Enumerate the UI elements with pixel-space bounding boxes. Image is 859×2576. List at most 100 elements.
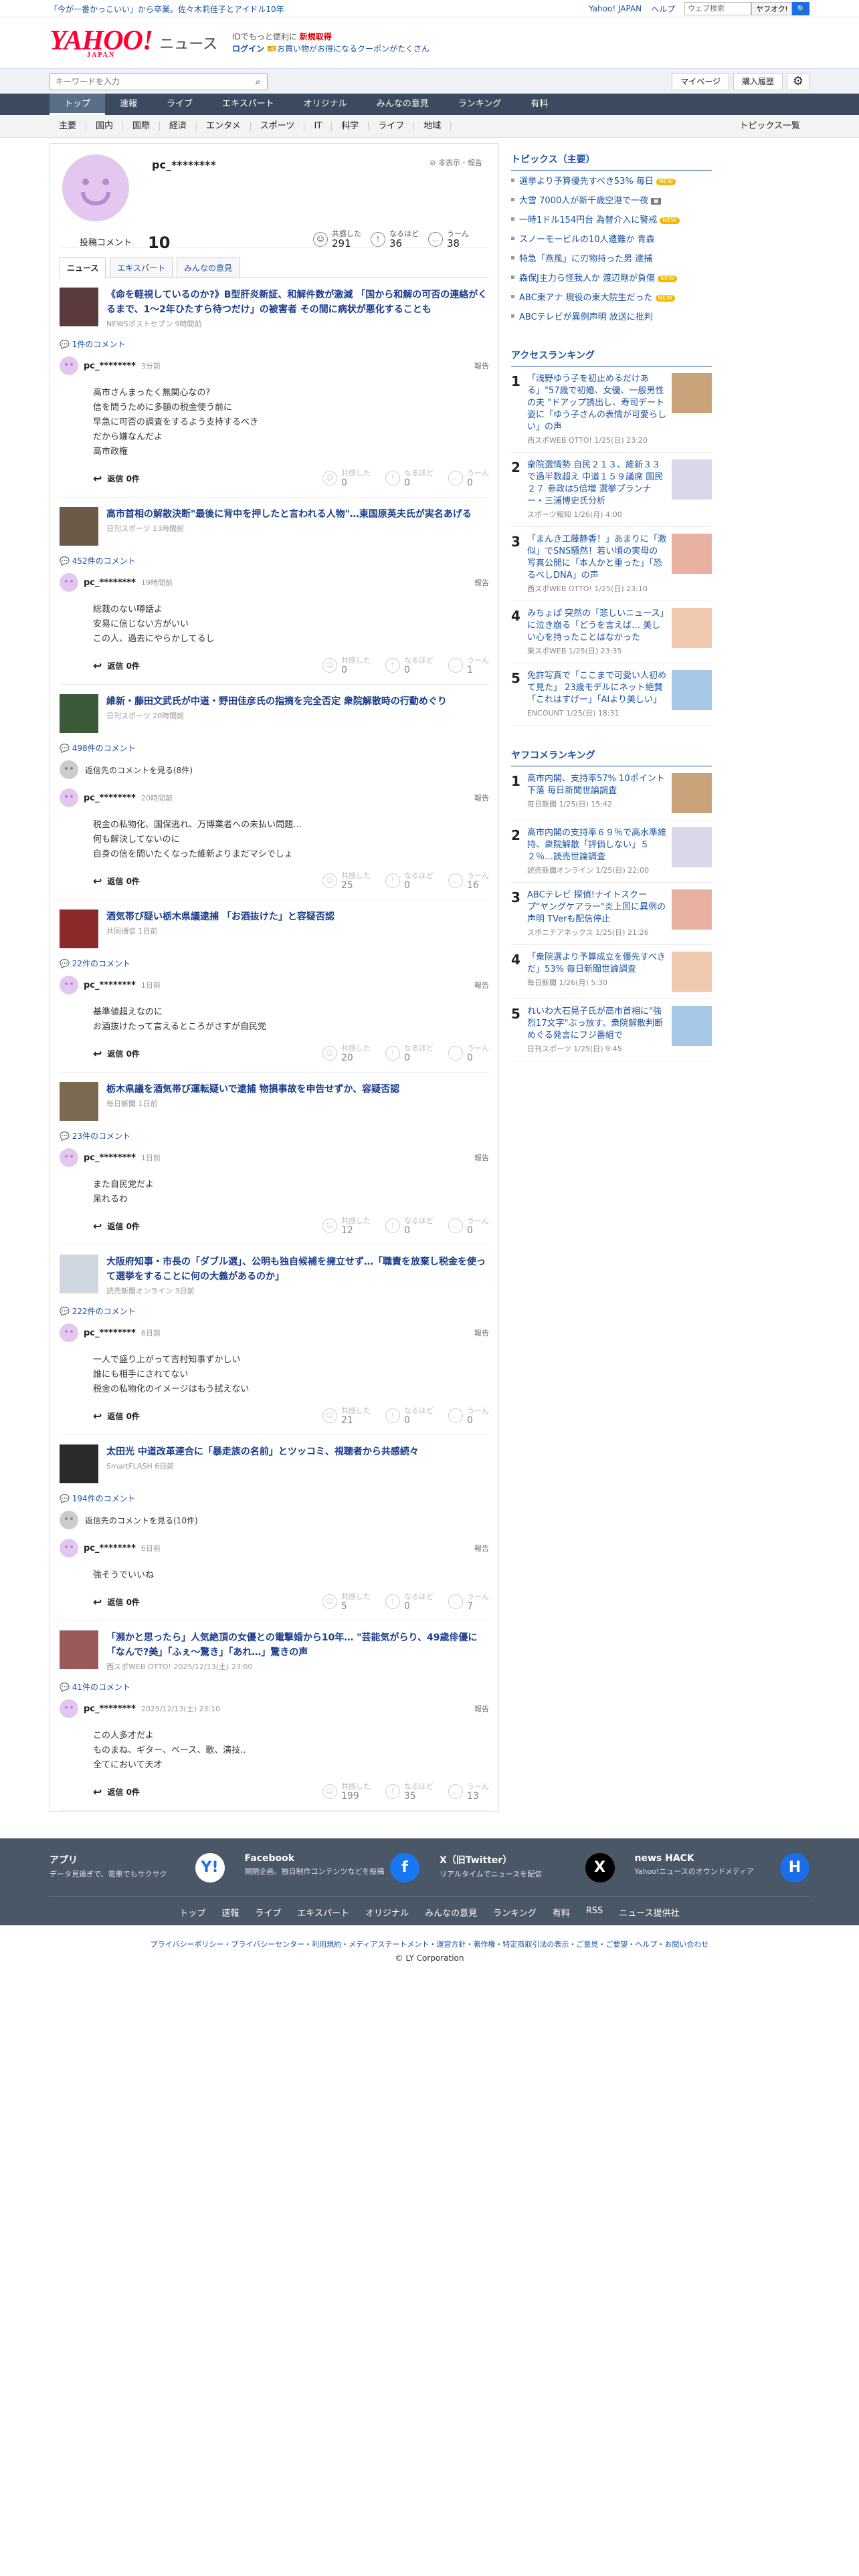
reaction-button-1[interactable]: ! なるほど 0 <box>385 469 434 488</box>
topics-list-link[interactable]: トピックス一覧 <box>730 122 809 131</box>
access-ranking-item[interactable]: 1 「浅野ゆう子を初止めるだけある」"57歳で初婚、女優、一般男性の夫 "ドアップ… <box>511 366 712 453</box>
article-title[interactable]: 太田光 中道改革連合に「暴走族の名前」とツッコミ、視聴者から共感続々 <box>106 1446 419 1457</box>
subnav-item-8[interactable]: ライフ <box>369 122 415 131</box>
article-thumbnail[interactable] <box>60 1082 98 1121</box>
subnav-item-1[interactable]: 国内 <box>86 122 124 131</box>
comment-user[interactable]: pc_******** <box>84 578 136 588</box>
comment-user[interactable]: pc_******** <box>84 793 136 803</box>
subnav-item-3[interactable]: 経済 <box>160 122 197 131</box>
report-button[interactable]: 報告 <box>474 1152 489 1163</box>
reaction-button-0[interactable]: ☺ 共感した 21 <box>322 1406 371 1425</box>
report-button[interactable]: 報告 <box>474 980 489 990</box>
nav-tab-7[interactable]: 有料 <box>516 94 563 115</box>
reaction-button-0[interactable]: ☺ 共感した 199 <box>322 1782 371 1801</box>
subnav-item-5[interactable]: スポーツ <box>251 122 305 131</box>
footer-card-0[interactable]: アプリ データ見過ぎで、電車でもサクサク Y! <box>50 1853 225 1883</box>
nav-tab-5[interactable]: みんなの意見 <box>362 94 444 115</box>
signup-link[interactable]: 新規取得 <box>300 32 332 41</box>
reaction-button-1[interactable]: ! なるほど 0 <box>385 1406 434 1425</box>
footer-link-0[interactable]: トップ <box>179 1906 205 1919</box>
nav-tab-2[interactable]: ライブ <box>152 94 207 115</box>
reaction-button-1[interactable]: ! なるほど 0 <box>385 656 434 675</box>
promo-link[interactable]: 「今が一番かっこいい」から卒業。佐々木莉佳子とアイドル10年 <box>50 3 284 15</box>
rank-title[interactable]: 免許写真で「ここまで可愛い人初めて見た」 23歳モデルにネット絶賛「これはすげー… <box>527 670 666 706</box>
rank-title[interactable]: 衆院選情勢 自民２１３、維新３３で過半数超え 中道１５９議席 国民２７ 参政は5… <box>527 459 666 508</box>
comment-user[interactable]: pc_******** <box>84 1704 136 1714</box>
article-title[interactable]: 維新・藤田文武氏が中道・野田佳彦氏の指摘を完全否定 衆院解散時の行動めぐり <box>106 696 447 707</box>
rank-title[interactable]: 「まんき工藤静香！」あまりに「激似」でSNS騒然！若い頃の実母の写真公開に「本人… <box>527 534 666 582</box>
footer-link-7[interactable]: 有料 <box>553 1906 570 1919</box>
mypage-button[interactable]: マイページ <box>672 73 729 90</box>
comment-count-link[interactable]: 💬 222件のコメント <box>60 1305 489 1317</box>
help-link[interactable]: ヘルプ <box>651 3 675 15</box>
web-search-input[interactable] <box>684 2 752 15</box>
history-button[interactable]: 購入履歴 <box>733 73 783 90</box>
yahoo-japan-link[interactable]: Yahoo! JAPAN <box>589 4 642 13</box>
report-button[interactable]: 報告 <box>474 577 489 588</box>
footer-link-1[interactable]: 速報 <box>221 1906 239 1919</box>
reaction-button-0[interactable]: ☺ 共感した 20 <box>322 1044 371 1063</box>
reaction-button-2[interactable]: … うーん 13 <box>448 1782 489 1801</box>
reaction-button-1[interactable]: ! なるほど 35 <box>385 1782 434 1801</box>
rank-title[interactable]: みちょぱ 突然の「悲しいニュース」に泣き崩る「どうを言えば… 美しい心を持ったこ… <box>527 608 666 644</box>
report-button[interactable]: 報告 <box>474 792 489 803</box>
comment-count-link[interactable]: 💬 23件のコメント <box>60 1130 489 1142</box>
article-title[interactable]: 「瀕かと思ったら」人気絶頂の女優との電撃婚から10年… "芸能気がらり、49歳俳… <box>106 1632 477 1658</box>
comment-count-link[interactable]: 💬 452件のコメント <box>60 555 489 566</box>
article-thumbnail[interactable] <box>60 909 98 948</box>
reaction-button-2[interactable]: … うーん 16 <box>448 871 489 890</box>
reaction-button-2[interactable]: … うーん 0 <box>448 1216 489 1235</box>
subnav-item-2[interactable]: 国際 <box>123 122 161 131</box>
subnav-item-4[interactable]: エンタメ <box>197 122 251 131</box>
tab-0[interactable]: ニュース <box>60 257 106 278</box>
footer-link-4[interactable]: オリジナル <box>365 1906 409 1919</box>
comment-count-link[interactable]: 💬 498件のコメント <box>60 742 489 754</box>
legal-links[interactable]: プライバシーポリシー・プライバシーセンター・利用規約・メディアステートメント・運… <box>0 1939 859 1949</box>
article-thumbnail[interactable] <box>60 1630 98 1669</box>
report-button[interactable]: 報告 <box>474 1703 489 1714</box>
report-button[interactable]: 報告 <box>474 360 489 371</box>
comment-user[interactable]: pc_******** <box>84 1328 136 1338</box>
comment-user[interactable]: pc_******** <box>84 1153 136 1163</box>
reply-button[interactable]: ↩ 返信 0件 <box>93 1786 140 1798</box>
footer-card-1[interactable]: Facebook 開閉企画、独自制作コンテンツなどを投稿 f <box>245 1853 419 1883</box>
reaction-button-0[interactable]: ☺ 共感した 0 <box>322 469 371 488</box>
footer-card-3[interactable]: news HACK Yahoo!ニュースのオウンドメディア H <box>635 1853 809 1883</box>
footer-card-2[interactable]: X（旧Twitter） リアルタイムでニュースを配信 X <box>440 1853 615 1883</box>
article-thumbnail[interactable] <box>60 1444 98 1483</box>
reaction-button-0[interactable]: ☺ 共感した 5 <box>322 1592 371 1611</box>
access-ranking-item[interactable]: 4 みちょぱ 突然の「悲しいニュース」に泣き崩る「どうを言えば… 美しい心を持った… <box>511 601 712 663</box>
rank-thumbnail[interactable] <box>672 670 712 710</box>
article-title[interactable]: 栃木県議を酒気帯び運転疑いで逮捕 物損事故を申告せずか、容疑否認 <box>106 1084 399 1095</box>
report-button[interactable]: 報告 <box>474 1327 489 1338</box>
rank-title[interactable]: 「衆院選より予算成立を優先すべきだ」53% 毎日新聞世論調査 <box>527 952 666 976</box>
rank-thumbnail[interactable] <box>672 534 712 574</box>
rank-thumbnail[interactable] <box>672 827 712 867</box>
reply-button[interactable]: ↩ 返信 0件 <box>93 875 140 887</box>
comment-count-link[interactable]: 💬 22件のコメント <box>60 958 489 969</box>
footer-link-2[interactable]: ライブ <box>255 1906 281 1919</box>
reaction-button-1[interactable]: ! なるほど 0 <box>385 871 434 890</box>
reply-button[interactable]: ↩ 返信 0件 <box>93 1220 140 1232</box>
comment-ranking-item[interactable]: 1 高市内閣、支持率57% 10ポイント下落 毎日新聞世論調査 毎日新聞 1/25(… <box>511 766 712 821</box>
comment-user[interactable]: pc_******** <box>84 1543 136 1553</box>
comment-count-link[interactable]: 💬 41件のコメント <box>60 1681 489 1693</box>
footer-link-5[interactable]: みんなの意見 <box>425 1906 477 1919</box>
reply-button[interactable]: ↩ 返信 0件 <box>93 1410 140 1422</box>
reply-button[interactable]: ↩ 返信 0件 <box>93 1596 140 1608</box>
topic-item[interactable]: 森保J主力ら怪我人か 渡辺剛が負傷 NEW <box>511 267 712 287</box>
article-title[interactable]: 高市首相の解散決断"最後に背中を押したと言われる人物"…東国原英夫氏が実名あげる <box>106 509 472 520</box>
subnav-item-7[interactable]: 科学 <box>332 122 369 131</box>
article-title[interactable]: 酒気帯び疑い栃木県議逮捕 「お酒抜けた」と容疑否認 <box>106 911 335 922</box>
topic-item[interactable]: ABCテレビが異例声明 放送に批判 <box>511 306 712 326</box>
comment-user[interactable]: pc_******** <box>84 361 136 371</box>
rank-thumbnail[interactable] <box>672 889 712 930</box>
keyword-input[interactable] <box>50 74 250 90</box>
reply-parent-link[interactable]: 返信先のコメントを見る(8件) <box>60 760 489 779</box>
reply-button[interactable]: ↩ 返信 0件 <box>93 1047 140 1060</box>
reaction-button-2[interactable]: … うーん 0 <box>448 469 489 488</box>
topic-item[interactable]: ABC東アナ 現役の東大院生だった NEW <box>511 287 712 306</box>
rank-title[interactable]: 高市内閣、支持率57% 10ポイント下落 毎日新聞世論調査 <box>527 773 666 797</box>
comment-ranking-item[interactable]: 3 ABCテレビ 探偵!ナイトスクープ"ヤングケアラー"炎上回に異例の声明 TVe… <box>511 883 712 945</box>
yahoo-auction-button[interactable]: ヤフオク! <box>751 2 792 15</box>
